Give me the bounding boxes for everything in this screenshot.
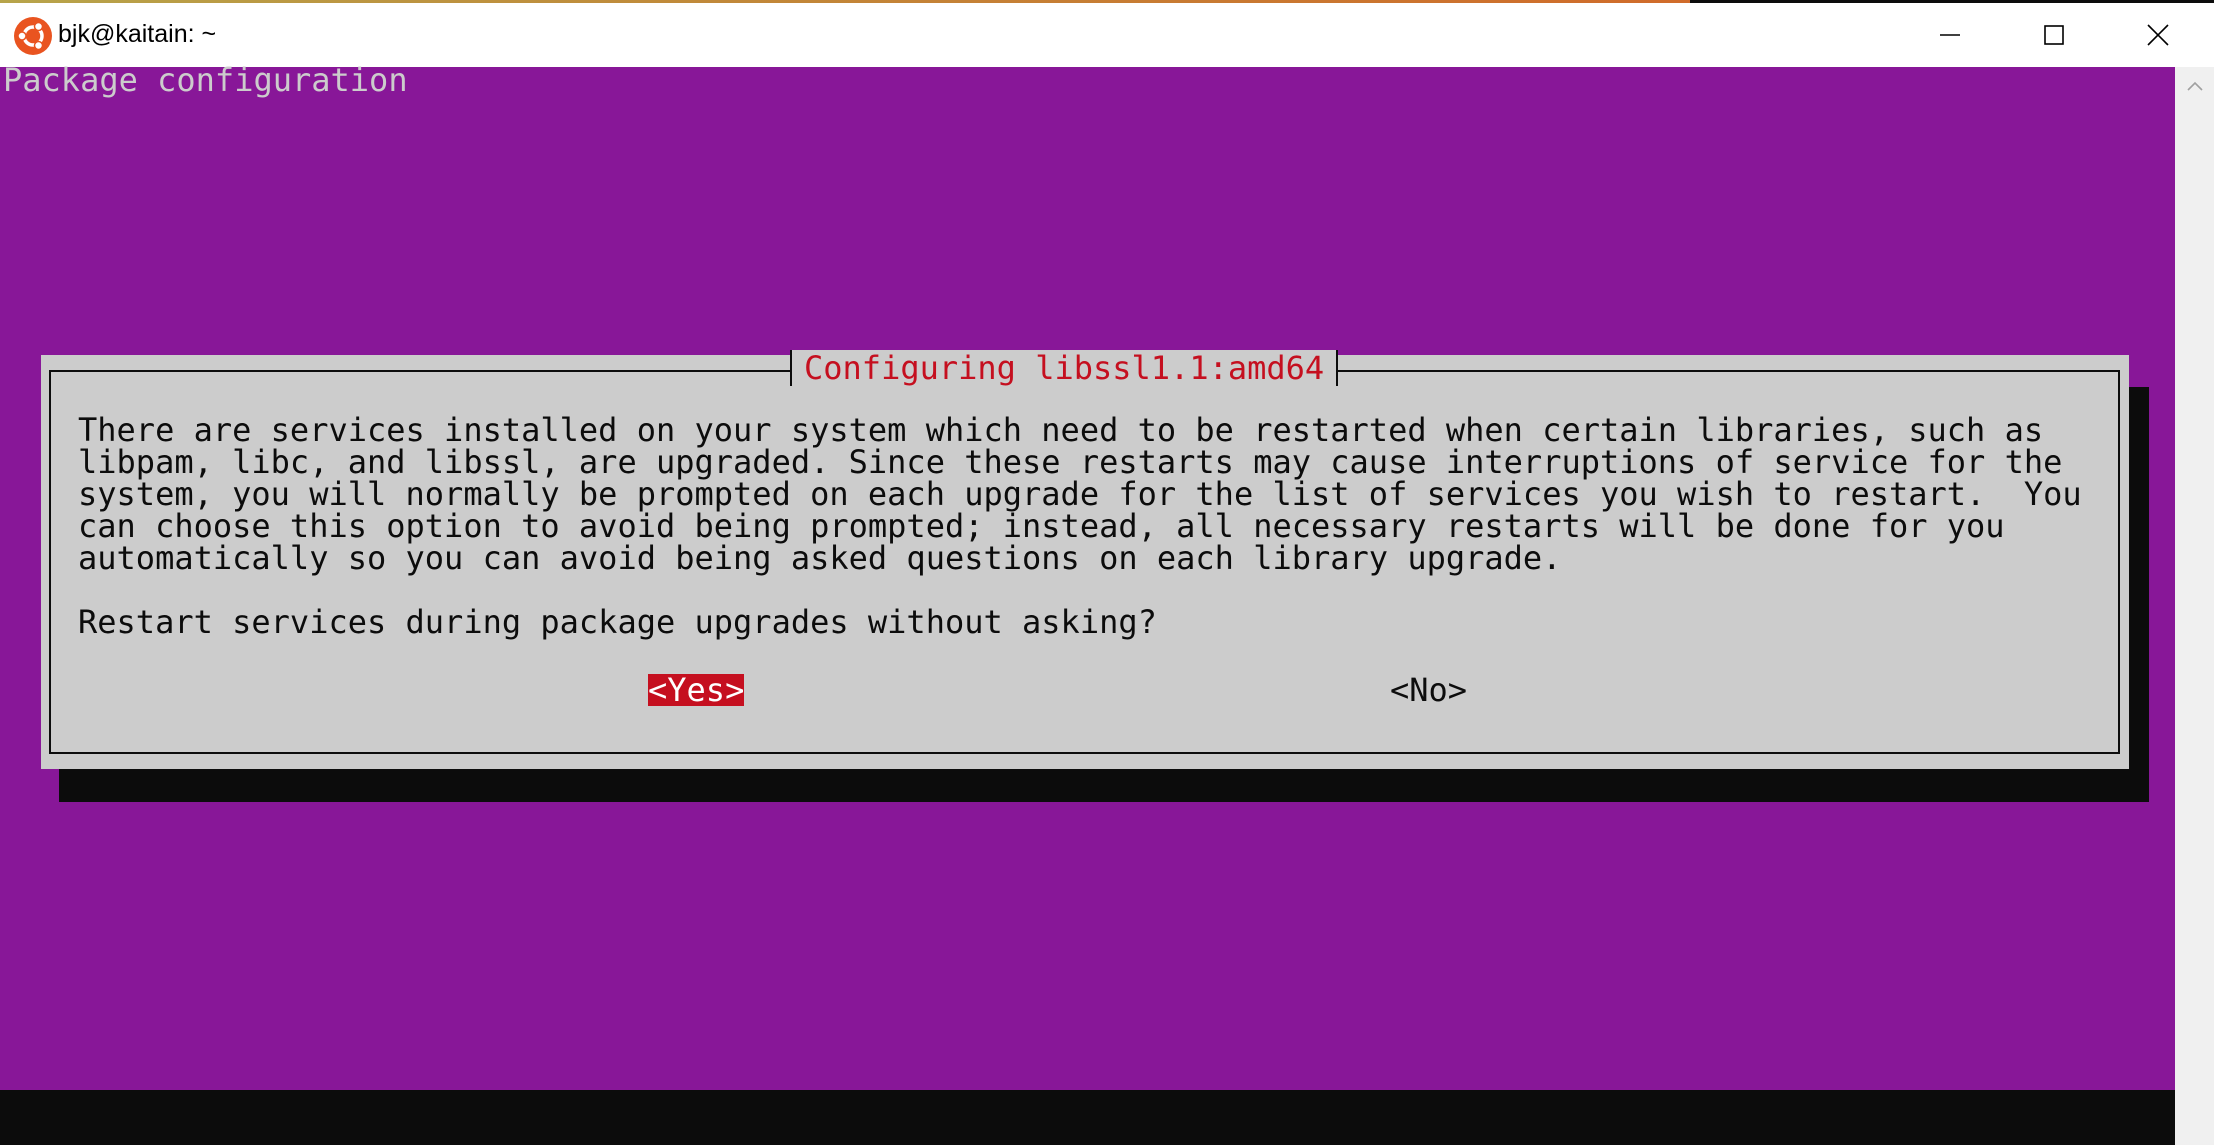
terminal-header-text: Package configuration <box>3 61 408 99</box>
dialog-message-line: system, you will normally be prompted on… <box>78 475 2082 513</box>
terminal-window: bjk@kaitain: ~ Package configuration Con… <box>0 0 2214 1145</box>
maximize-button[interactable] <box>2002 3 2106 67</box>
maximize-icon <box>2044 25 2064 45</box>
window-title: bjk@kaitain: ~ <box>58 20 217 48</box>
dialog-message-line: automatically so you can avoid being ask… <box>78 539 1562 577</box>
title-bar[interactable]: bjk@kaitain: ~ <box>0 3 2214 67</box>
no-button[interactable]: <No> <box>1390 674 1467 706</box>
close-button[interactable] <box>2106 3 2210 67</box>
minimize-button[interactable] <box>1898 3 2002 67</box>
dialog-message-line: can choose this option to avoid being pr… <box>78 507 2005 545</box>
dialog-message-line: libpam, libc, and libssl, are upgraded. … <box>78 443 2063 481</box>
terminal-bottom-strip <box>0 1090 2175 1145</box>
minimize-icon <box>1940 34 1960 36</box>
ubuntu-icon[interactable] <box>14 17 52 55</box>
scrollbar[interactable] <box>2175 67 2214 1145</box>
dialog-question: Restart services during package upgrades… <box>78 603 1157 641</box>
close-icon <box>2147 24 2169 46</box>
dialog-title: Configuring libssl1.1:amd64 <box>790 350 1339 386</box>
dialog-message: There are services installed on your sys… <box>78 414 2082 574</box>
yes-button[interactable]: <Yes> <box>648 674 745 706</box>
scroll-up-arrow-icon[interactable] <box>2186 78 2204 97</box>
dialog-message-line: There are services installed on your sys… <box>78 411 2044 449</box>
